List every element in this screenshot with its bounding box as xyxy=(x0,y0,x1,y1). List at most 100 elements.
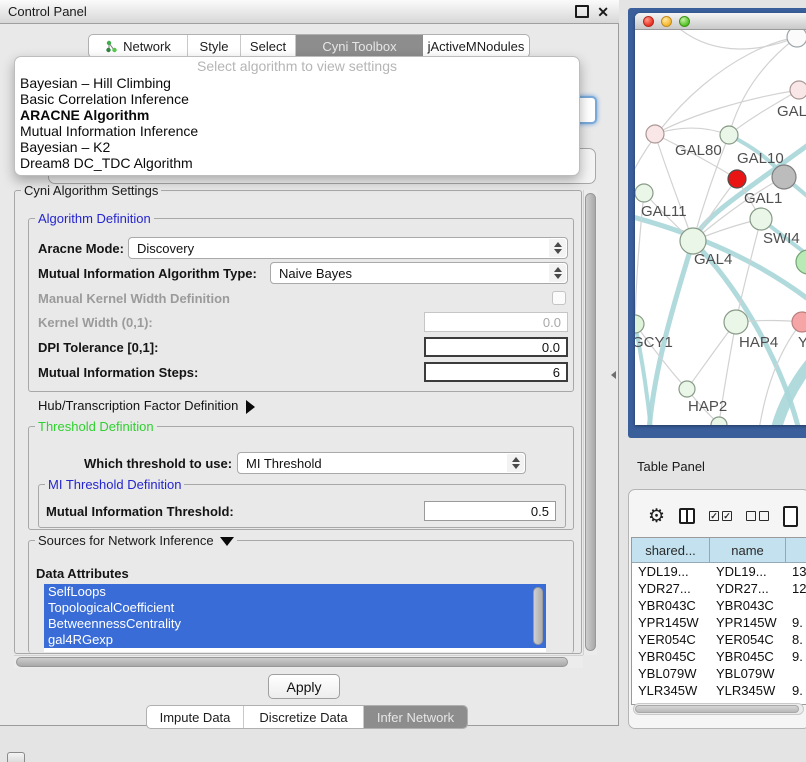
algorithm-option-mutual-information-inference[interactable]: Mutual Information Inference xyxy=(15,123,579,139)
select-all-checkboxes-icon[interactable]: ✓✓ xyxy=(709,511,732,521)
tab-network[interactable]: Network xyxy=(89,35,188,57)
control-panel-title: Control Panel xyxy=(8,4,87,19)
network-node-hap4[interactable] xyxy=(724,310,748,334)
table-cell: 9. xyxy=(786,648,806,665)
table-row[interactable]: YDL19...YDL19...13 xyxy=(632,563,806,580)
table-cell: 9. xyxy=(786,614,806,631)
network-node-gal80[interactable] xyxy=(646,125,664,143)
table-cell: YBL079W xyxy=(632,665,710,682)
tab-select[interactable]: Select xyxy=(241,35,296,57)
split-columns-icon[interactable] xyxy=(679,508,695,524)
network-node[interactable] xyxy=(772,165,796,189)
dpi-tolerance-field[interactable]: 0.0 xyxy=(424,337,568,357)
data-attributes-list: SelfLoopsTopologicalCoefficientBetweenne… xyxy=(44,584,546,652)
tab-label: jActiveMNodules xyxy=(428,39,525,54)
document-icon[interactable] xyxy=(783,506,798,527)
table-row[interactable]: YBR045CYBR045C9. xyxy=(632,648,806,665)
table-cell: YBL079W xyxy=(710,665,786,682)
table-cell: YBR043C xyxy=(710,597,786,614)
mi-algorithm-type-select[interactable]: Naive Bayes xyxy=(270,262,568,284)
tab-jactivemnodules[interactable]: jActiveMNodules xyxy=(423,35,529,57)
attribute-item-betweennesscentrality[interactable]: BetweennessCentrality xyxy=(44,616,546,632)
tab-cyni-toolbox[interactable]: Cyni Toolbox xyxy=(296,35,423,57)
minimized-panel-icon[interactable] xyxy=(7,752,25,762)
network-node-gal10[interactable] xyxy=(720,126,738,144)
attribute-item-gal4rgexp[interactable]: gal4RGexp xyxy=(44,632,546,648)
stepper-icon xyxy=(549,264,566,282)
column-header-col3[interactable] xyxy=(786,538,806,562)
aracne-mode-select[interactable]: Discovery xyxy=(128,237,568,259)
table-row[interactable]: YBR043CYBR043C xyxy=(632,597,806,614)
mi-threshold-definition-title: MI Threshold Definition xyxy=(45,477,184,492)
algorithm-option-aracne-algorithm[interactable]: ARACNE Algorithm xyxy=(15,107,579,123)
settings-gear-icon[interactable]: ⚙ xyxy=(648,507,665,526)
node-label-hap2: HAP2 xyxy=(688,398,727,415)
network-node-y[interactable] xyxy=(792,312,806,332)
network-edges xyxy=(635,30,806,425)
table-row[interactable]: YPR145WYPR145W9. xyxy=(632,614,806,631)
network-node-hap2[interactable] xyxy=(679,381,695,397)
network-node-gal1[interactable] xyxy=(728,170,746,188)
sources-title[interactable]: Sources for Network Inference xyxy=(35,533,237,548)
table-row[interactable]: YBL079WYBL079W xyxy=(632,665,806,682)
algorithm-option-bayesian-k2[interactable]: Bayesian – K2 xyxy=(15,139,579,155)
network-node-gal11[interactable] xyxy=(635,184,653,202)
attribute-item-topologicalcoefficient[interactable]: TopologicalCoefficient xyxy=(44,600,546,616)
threshold-definition-title: Threshold Definition xyxy=(35,419,157,434)
node-label-gal10: GAL10 xyxy=(737,150,784,167)
attribute-item-selfloops[interactable]: SelfLoops xyxy=(44,584,546,600)
tab-style[interactable]: Style xyxy=(188,35,241,57)
which-threshold-select[interactable]: MI Threshold xyxy=(237,452,526,474)
tab-discretize-data[interactable]: Discretize Data xyxy=(244,706,364,728)
network-icon xyxy=(105,40,118,53)
node-label-gal1: GAL1 xyxy=(744,190,782,207)
settings-horizontal-scrollbar[interactable] xyxy=(14,655,583,668)
table-row[interactable]: YLR345WYLR345W9. xyxy=(632,682,806,699)
algorithm-dropdown: Select algorithm to view settings Bayesi… xyxy=(14,56,580,176)
zoom-traffic-light-icon[interactable] xyxy=(679,16,690,27)
float-icon[interactable] xyxy=(575,5,589,18)
table-toolbar: ⚙ ✓✓ xyxy=(628,497,806,535)
algorithm-option-dream8-dc-tdc-algorithm[interactable]: Dream8 DC_TDC Algorithm xyxy=(15,155,579,171)
node-table: shared...name YDL19...YDL19...13YDR27...… xyxy=(631,537,806,705)
algorithm-option-basic-correlation-inference[interactable]: Basic Correlation Inference xyxy=(15,91,579,107)
table-header-row: shared...name xyxy=(632,538,806,563)
node-label-gal: GAL xyxy=(777,103,806,120)
mi-threshold-field[interactable]: 0.5 xyxy=(424,501,556,521)
tab-label: Style xyxy=(200,39,229,54)
column-header-name[interactable]: name xyxy=(710,538,786,562)
apply-button[interactable]: Apply xyxy=(268,674,340,699)
network-window-titlebar[interactable] xyxy=(635,13,806,30)
network-node-gal[interactable] xyxy=(790,81,806,99)
mi-steps-field[interactable]: 6 xyxy=(424,362,568,382)
hub-definition-expander[interactable]: Hub/Transcription Factor Definition xyxy=(38,398,255,414)
tab-impute-data[interactable]: Impute Data xyxy=(147,706,244,728)
minimize-traffic-light-icon[interactable] xyxy=(661,16,672,27)
network-node[interactable] xyxy=(796,250,806,274)
attributes-scrollbar[interactable] xyxy=(532,586,544,650)
tab-infer-network[interactable]: Infer Network xyxy=(364,706,467,728)
panel-resize-grip[interactable] xyxy=(611,371,616,379)
table-cell: YDR27... xyxy=(710,580,786,597)
network-node-gcy1[interactable] xyxy=(635,315,644,333)
table-cell xyxy=(786,665,806,682)
settings-vertical-scrollbar[interactable] xyxy=(583,190,597,655)
node-label-gal80: GAL80 xyxy=(675,142,722,159)
close-icon[interactable]: ✕ xyxy=(597,5,609,19)
close-traffic-light-icon[interactable] xyxy=(643,16,654,27)
network-canvas[interactable]: GALGAL80GAL10GAL11GAL1SWI4GAL4GCY1HAP4YH… xyxy=(635,30,806,425)
node-label-gcy1: GCY1 xyxy=(635,334,673,351)
deselect-all-checkboxes-icon[interactable] xyxy=(746,511,769,521)
column-header-shared[interactable]: shared... xyxy=(632,538,710,562)
stepper-icon xyxy=(549,239,566,257)
algorithm-option-bayesian-hill-climbing[interactable]: Bayesian – Hill Climbing xyxy=(15,75,579,91)
table-cell: 8. xyxy=(786,631,806,648)
table-cell: YER054C xyxy=(632,631,710,648)
table-row[interactable]: YER054CYER054C8. xyxy=(632,631,806,648)
table-horizontal-scrollbar[interactable] xyxy=(633,703,804,715)
table-row[interactable]: YDR27...YDR27...12 xyxy=(632,580,806,597)
network-node[interactable] xyxy=(787,30,806,47)
node-label-gal11: GAL11 xyxy=(641,203,687,220)
table-cell: YBR043C xyxy=(632,597,710,614)
network-node-swi4[interactable] xyxy=(750,208,772,230)
